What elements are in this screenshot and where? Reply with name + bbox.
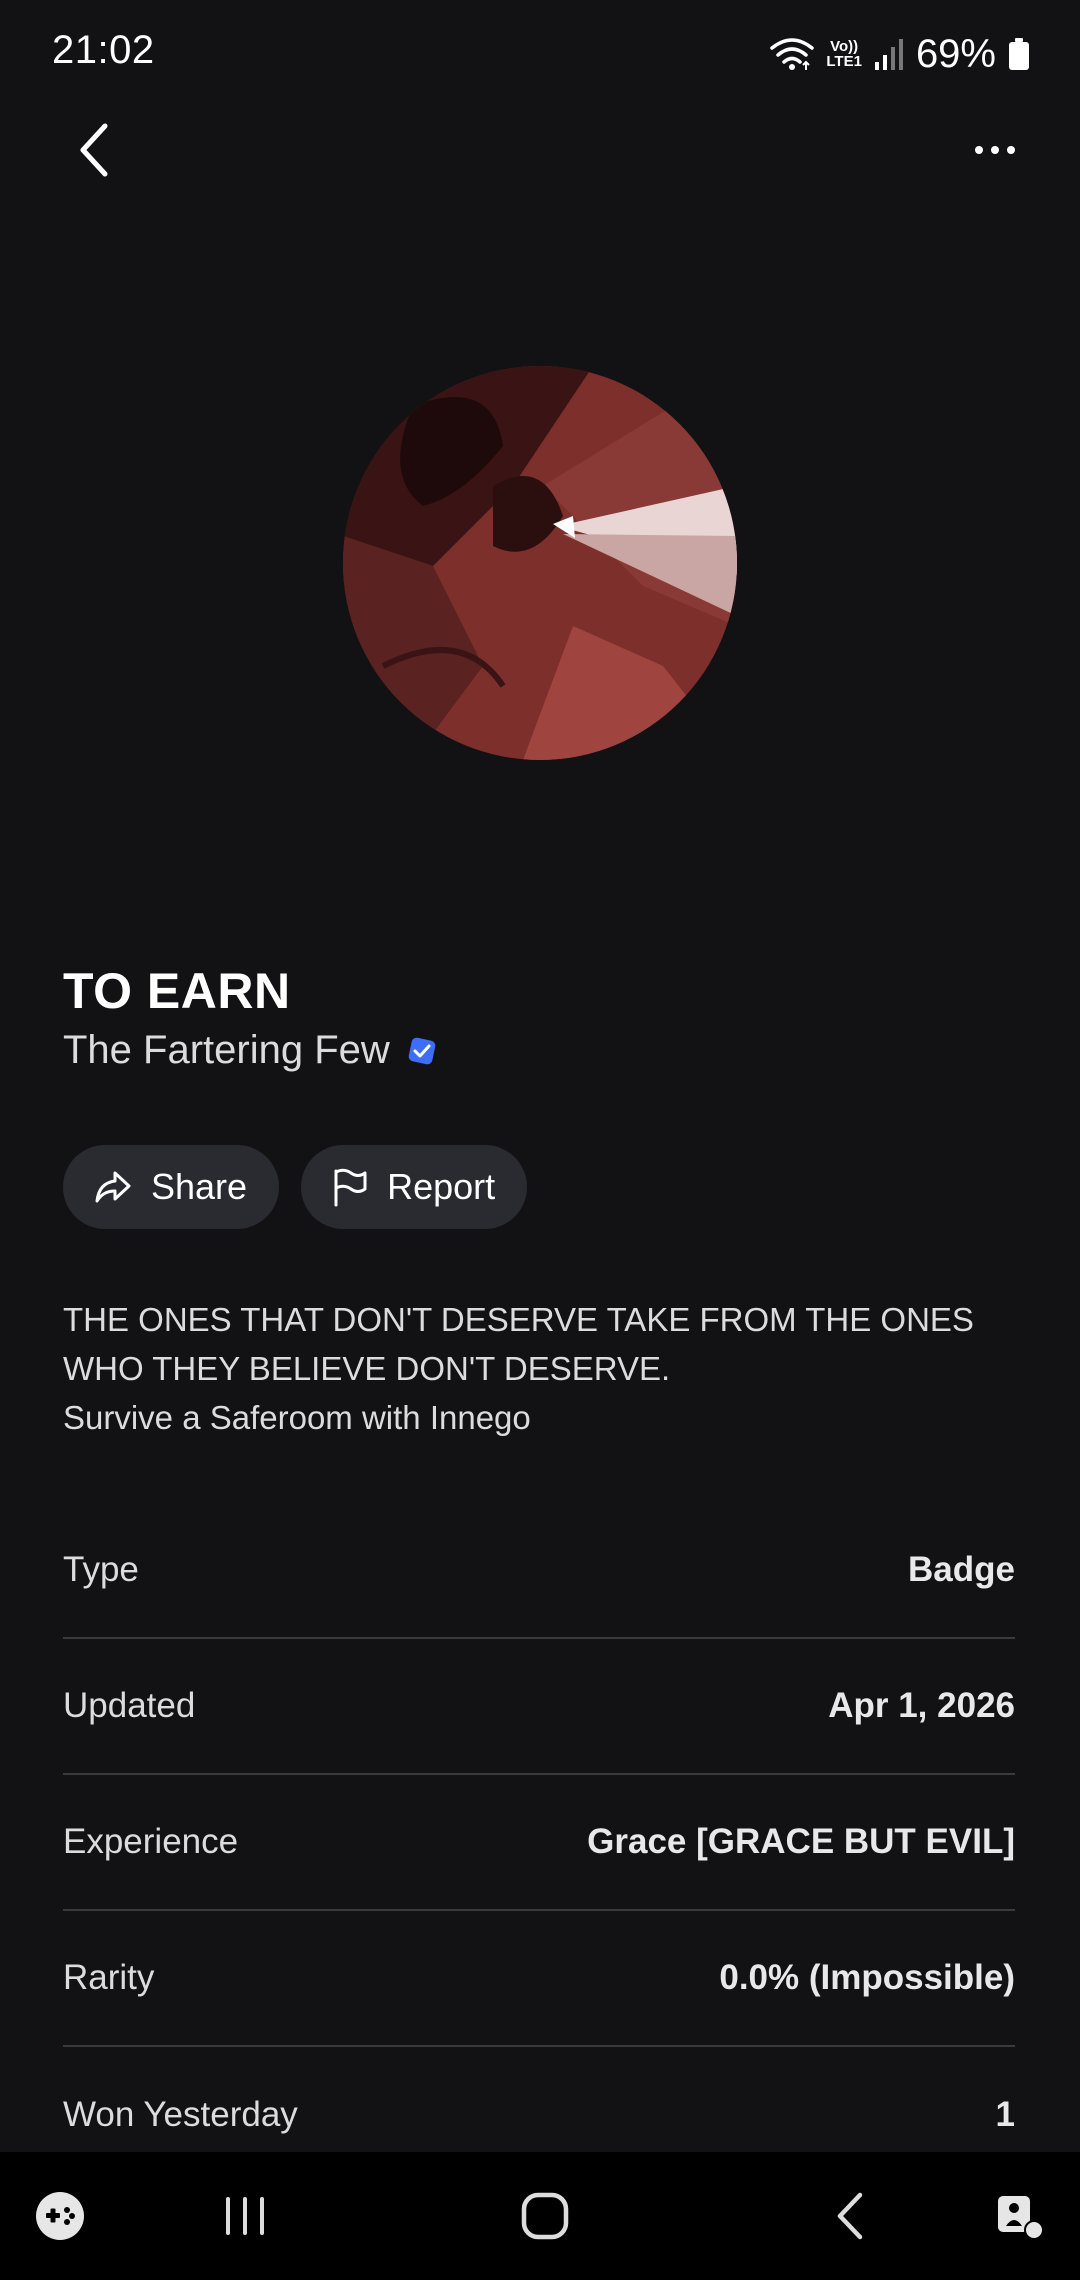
detail-value: 1 <box>995 2095 1015 2134</box>
badge-description: THE ONES THAT DON'T DESERVE TAKE FROM TH… <box>63 1295 1023 1442</box>
report-label: Report <box>387 1166 496 1207</box>
detail-label: Type <box>63 1550 139 1589</box>
system-navigation-bar <box>0 2152 1080 2280</box>
status-bar: 21:02 Vo)) LTE1 69% <box>0 0 1080 110</box>
badge-image <box>343 366 737 760</box>
badge-title: TO EARN <box>63 963 291 1019</box>
recent-apps-button[interactable] <box>210 2152 280 2280</box>
share-arrow-icon <box>95 1171 131 1203</box>
creator-name[interactable]: The Fartering Few <box>63 1028 390 1073</box>
accessibility-icon <box>998 2196 1044 2240</box>
verified-badge-icon <box>408 1037 436 1064</box>
report-button[interactable]: Report <box>301 1145 528 1229</box>
detail-row-experience[interactable]: Experience Grace [GRACE BUT EVIL] <box>63 1775 1015 1911</box>
description-line-2: Survive a Saferoom with Innego <box>63 1399 531 1436</box>
network-type-label: Vo)) LTE1 <box>826 38 862 70</box>
detail-row-type: Type Badge <box>63 1503 1015 1639</box>
description-line-1: THE ONES THAT DON'T DESERVE TAKE FROM TH… <box>63 1301 974 1387</box>
detail-label: Updated <box>63 1686 196 1725</box>
battery-icon <box>1009 38 1029 70</box>
more-horizontal-icon <box>975 146 1015 154</box>
status-icons: Vo)) LTE1 69% <box>770 26 1030 82</box>
more-options-button[interactable] <box>960 115 1030 185</box>
flag-icon <box>334 1168 367 1207</box>
recent-apps-icon <box>226 2197 264 2235</box>
game-launcher-button[interactable] <box>28 2152 92 2280</box>
detail-value: Badge <box>908 1550 1015 1589</box>
chevron-left-icon <box>80 123 108 177</box>
back-button[interactable] <box>60 115 130 185</box>
status-time: 21:02 <box>52 28 155 72</box>
action-buttons: Share Report <box>63 1145 528 1229</box>
detail-label: Rarity <box>63 1958 155 1997</box>
back-arrow-icon <box>837 2192 863 2240</box>
home-button[interactable] <box>510 2152 580 2280</box>
wifi-icon <box>770 38 815 70</box>
detail-row-updated: Updated Apr 1, 2026 <box>63 1639 1015 1775</box>
share-label: Share <box>151 1166 248 1207</box>
experience-link[interactable]: Grace [GRACE BUT EVIL] <box>587 1822 1015 1862</box>
detail-value: Apr 1, 2026 <box>828 1686 1015 1725</box>
battery-percentage: 69% <box>915 31 996 76</box>
detail-label: Experience <box>63 1822 239 1861</box>
system-back-button[interactable] <box>815 2152 885 2280</box>
details-list: Type Badge Updated Apr 1, 2026 Experienc… <box>63 1503 1015 2183</box>
signal-icon <box>874 39 903 70</box>
home-icon <box>521 2192 569 2240</box>
accessibility-button[interactable] <box>985 2152 1055 2280</box>
detail-row-rarity: Rarity 0.0% (Impossible) <box>63 1911 1015 2047</box>
creator-row[interactable]: The Fartering Few <box>63 1028 440 1073</box>
detail-label: Won Yesterday <box>63 2095 298 2134</box>
share-button[interactable]: Share <box>63 1145 280 1229</box>
badge-details-screen: 21:02 Vo)) LTE1 69% TO EARN The Farterin… <box>0 0 1080 2280</box>
gamepad-icon <box>36 2192 84 2240</box>
detail-value: 0.0% (Impossible) <box>719 1958 1015 1997</box>
